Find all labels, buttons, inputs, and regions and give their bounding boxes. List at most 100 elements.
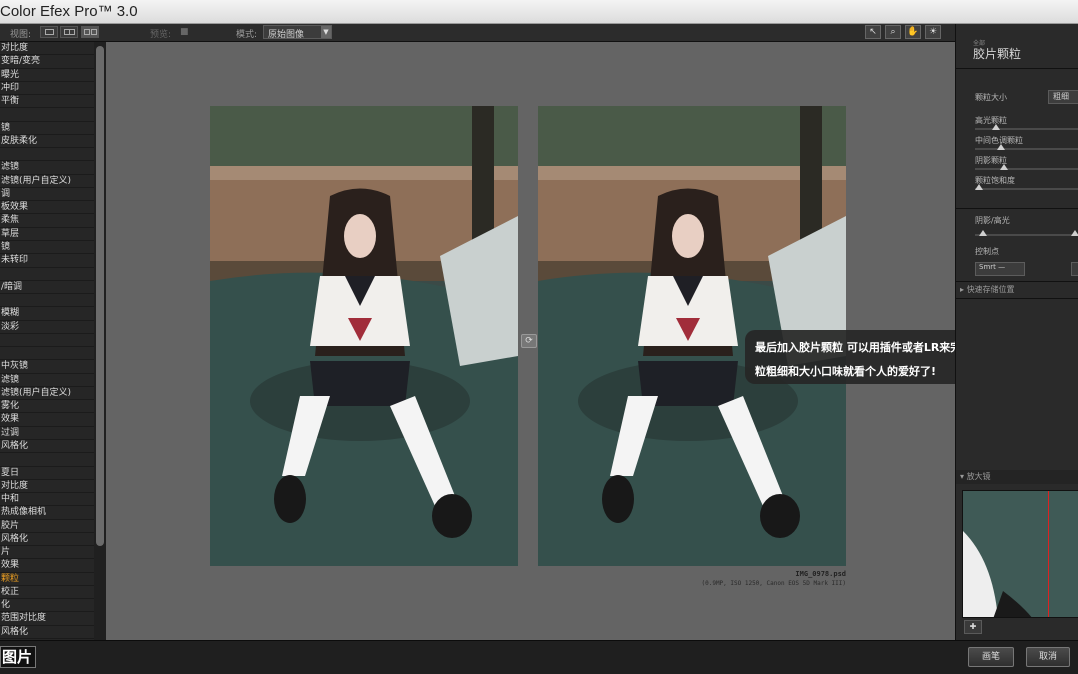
file-name: IMG_0978.psd xyxy=(795,570,846,578)
app-window: Color Efex Pro™ 3.0 视图: 预览: ■ 模式: 原始图像 ▼… xyxy=(0,0,1078,674)
scrollbar-thumb[interactable] xyxy=(96,46,104,546)
filter-list-item[interactable]: 草层 xyxy=(0,228,94,241)
filter-list-item[interactable]: 镜 xyxy=(0,122,94,135)
filter-settings-panel: 全部 胶片颗粒 颗粒大小 粗细 高光颗粒 中间色调颗粒 阴影颗粒 颗粒饱和度 阴… xyxy=(955,24,1078,640)
filter-list-item[interactable]: 滤镜(用户自定义) xyxy=(0,387,94,401)
filter-list-item[interactable]: 效果 xyxy=(0,413,94,427)
zoom-icon[interactable]: ⌕ xyxy=(885,25,901,39)
slider-label-0: 高光颗粒 xyxy=(975,116,1007,125)
control-point-extra-button[interactable] xyxy=(1071,262,1078,276)
filter-list-item[interactable]: 热成像相机 xyxy=(0,506,94,520)
filter-list-item[interactable]: 皮肤柔化 xyxy=(0,135,94,149)
chevron-down-icon: ▼ xyxy=(321,26,331,38)
midtone-grain-slider[interactable] xyxy=(975,144,1078,150)
filter-list-item[interactable]: 调 xyxy=(0,188,94,202)
preview-checkbox[interactable]: ■ xyxy=(180,27,189,37)
split-view-icon[interactable] xyxy=(60,26,78,38)
cancel-button[interactable]: 取消 xyxy=(1026,647,1070,667)
hand-icon[interactable]: ✋ xyxy=(905,25,921,39)
filter-list: 对比度 变暗/变亮 曝光 冲印 平衡镜皮肤柔化 滤镜 滤镜(用户自定义) 调板效果 柔焦 草层镜未… xyxy=(0,42,94,640)
filter-list-scrollbar[interactable] xyxy=(94,42,106,640)
filter-list-item[interactable]: 风格化 xyxy=(0,626,94,639)
filter-list-item[interactable] xyxy=(0,453,94,467)
filter-list-item[interactable]: 柔焦 xyxy=(0,214,94,228)
filter-list-item[interactable]: 镜 xyxy=(0,241,94,255)
filter-list-item[interactable]: 过调 xyxy=(0,427,94,440)
mode-select[interactable]: 原始图像 ▼ xyxy=(263,25,332,40)
filter-list-item[interactable]: 片 xyxy=(0,546,94,560)
before-photo xyxy=(210,106,518,566)
filter-list-item[interactable]: 变暗/变亮 xyxy=(0,55,94,69)
view-label: 视图: xyxy=(10,30,32,40)
filter-list-item[interactable]: 淡彩 xyxy=(0,321,94,334)
filter-list-item[interactable]: 冲印 xyxy=(0,82,94,96)
grain-size-label: 颗粒大小 xyxy=(975,93,1007,102)
loupe-label: 放大镜 xyxy=(966,472,991,481)
filter-list-item[interactable]: 化 xyxy=(0,599,94,613)
filter-list-item[interactable]: 滤镜 xyxy=(0,161,94,175)
filter-list-item[interactable] xyxy=(0,108,94,122)
brush-button[interactable]: 画笔 xyxy=(968,647,1014,667)
window-title: Color Efex Pro™ 3.0 xyxy=(0,3,138,20)
filter-list-item[interactable]: 平衡 xyxy=(0,95,94,109)
filter-list-item[interactable] xyxy=(0,347,94,361)
filter-list-item[interactable]: 对比度 xyxy=(0,480,94,494)
filter-list-item[interactable]: 对比度 xyxy=(0,42,94,56)
grain-size-select[interactable]: 粗细 xyxy=(1048,90,1078,104)
pointer-icon[interactable]: ↖ xyxy=(865,25,881,39)
filter-list-item[interactable]: 颗粒 xyxy=(0,573,94,586)
filter-list-item[interactable]: 雾化 xyxy=(0,400,94,414)
filter-list-item[interactable]: 风格化 xyxy=(0,533,94,547)
bottom-bar: 图片 画笔 取消 xyxy=(0,640,1078,674)
filter-list-item[interactable]: 中灰镜 xyxy=(0,360,94,374)
side-by-side-icon[interactable] xyxy=(81,26,99,38)
mode-label: 模式: xyxy=(236,30,258,40)
filter-list-item[interactable]: 效果 xyxy=(0,559,94,573)
quick-save-section[interactable]: ▸ 快速存储位置 xyxy=(956,283,1078,297)
shadow-grain-slider[interactable] xyxy=(975,164,1078,170)
filter-list-item[interactable] xyxy=(0,294,94,308)
mode-select-value: 原始图像 xyxy=(268,30,305,40)
filter-list-item[interactable] xyxy=(0,148,94,162)
filter-list-item[interactable]: 滤镜 xyxy=(0,374,94,387)
filter-list-item[interactable]: 中和 xyxy=(0,493,94,507)
filter-list-item[interactable]: 夏日 xyxy=(0,467,94,480)
file-info: (0.9MP, ISO 1250, Canon EOS 5D Mark III) xyxy=(701,580,847,587)
swap-icon[interactable]: ⟳ xyxy=(521,334,537,348)
shadow-knob[interactable] xyxy=(979,230,987,236)
slider-knob[interactable] xyxy=(1000,164,1008,170)
filter-list-item[interactable]: 未转印 xyxy=(0,254,94,268)
control-points-label: 控制点 xyxy=(975,247,999,256)
shadow-highlight-slider[interactable] xyxy=(975,230,1078,236)
control-point-button[interactable]: Smrt — xyxy=(975,262,1025,276)
bottom-left-label: 图片 xyxy=(0,646,36,668)
loupe-section[interactable]: ▾ 放大镜 xyxy=(956,470,1078,484)
pin-icon[interactable]: ✚ xyxy=(964,620,982,634)
filter-list-item[interactable]: 胶片 xyxy=(0,520,94,533)
slider-knob[interactable] xyxy=(997,144,1005,150)
filter-list-item[interactable] xyxy=(0,268,94,281)
highlight-grain-slider[interactable] xyxy=(975,124,1078,130)
preview-label: 预览: xyxy=(150,30,172,40)
slider-knob[interactable] xyxy=(975,184,983,190)
single-view-icon[interactable] xyxy=(40,26,58,38)
filter-list-item[interactable]: 模糊 xyxy=(0,307,94,321)
shadow-highlight-label: 阴影/高光 xyxy=(975,216,1010,225)
slider-knob[interactable] xyxy=(992,124,1000,130)
filter-list-item[interactable]: 板效果 xyxy=(0,201,94,215)
lightbulb-icon[interactable]: ☀ xyxy=(925,25,941,39)
highlight-knob[interactable] xyxy=(1071,230,1078,236)
quick-save-label: 快速存储位置 xyxy=(966,285,1015,294)
grain-saturation-slider[interactable] xyxy=(975,184,1078,190)
filter-list-item[interactable] xyxy=(0,334,94,348)
filter-list-item[interactable]: /暗调 xyxy=(0,281,94,295)
filter-list-item[interactable]: 风格化 xyxy=(0,440,94,454)
filter-list-item[interactable]: 范围对比度 xyxy=(0,612,94,626)
top-toolbar: 视图: 预览: ■ 模式: 原始图像 ▼ ↖ ⌕ ✋ ☀ xyxy=(0,24,955,42)
title-bar: Color Efex Pro™ 3.0 xyxy=(0,0,1078,24)
filter-list-item[interactable]: 滤镜(用户自定义) xyxy=(0,175,94,188)
filter-list-item[interactable]: 曝光 xyxy=(0,69,94,82)
loupe-view xyxy=(962,490,1078,618)
filter-list-item[interactable]: 校正 xyxy=(0,586,94,600)
filter-title: 胶片颗粒 xyxy=(973,47,1022,61)
